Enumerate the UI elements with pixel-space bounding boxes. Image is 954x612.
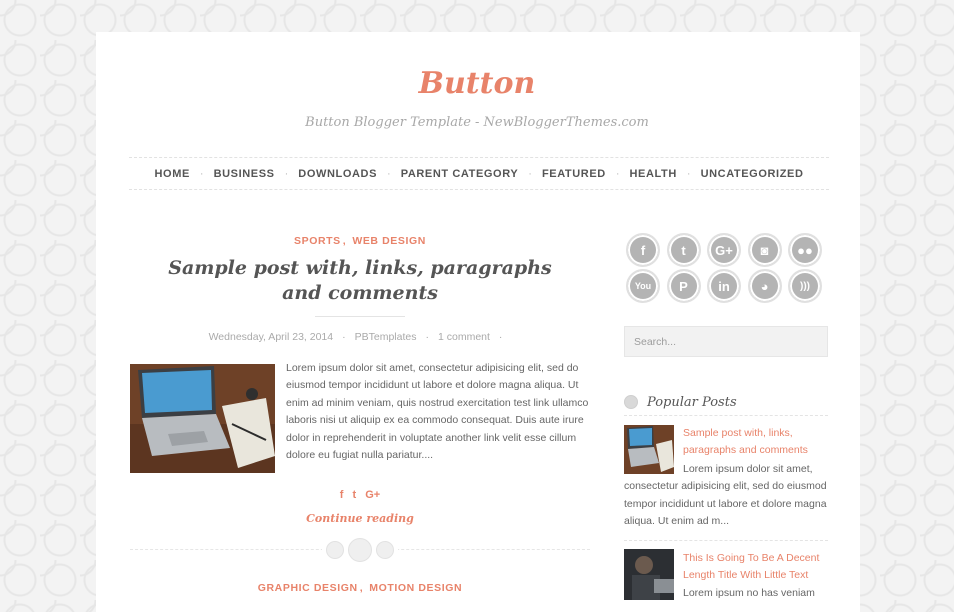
post-comments-link[interactable]: 1 comment bbox=[438, 331, 490, 343]
ornament-circle-icon bbox=[348, 538, 372, 562]
popular-posts-title: Popular Posts bbox=[647, 394, 737, 410]
title-divider bbox=[315, 316, 405, 317]
nav-item-parent-category[interactable]: PARENT CATEGORY bbox=[401, 168, 519, 180]
post-thumbnail[interactable] bbox=[130, 364, 275, 473]
twitter-icon[interactable]: t bbox=[353, 489, 357, 501]
category-link-graphic-design[interactable]: GRAPHIC DESIGN bbox=[258, 582, 358, 594]
site-description: Button Blogger Template - NewBloggerThem… bbox=[305, 115, 649, 130]
post-date: Wednesday, April 23, 2014 bbox=[208, 331, 334, 343]
github-icon[interactable]: ◕ bbox=[747, 269, 782, 303]
nav-item-downloads[interactable]: DOWNLOADS bbox=[298, 168, 377, 180]
nav-separator: · bbox=[199, 167, 204, 180]
laptop-photo bbox=[130, 364, 275, 473]
nav-item-featured[interactable]: FEATURED bbox=[542, 168, 606, 180]
ornament-circle-icon bbox=[326, 541, 344, 559]
flickr-icon[interactable]: ●● bbox=[788, 233, 822, 267]
pinterest-icon[interactable]: P bbox=[666, 269, 701, 303]
facebook-icon[interactable]: f bbox=[626, 233, 660, 267]
category-link-motion-design[interactable]: MOTION DESIGN bbox=[369, 582, 462, 594]
category-link-web-design[interactable]: WEB DESIGN bbox=[352, 235, 426, 247]
main-nav: HOME · BUSINESS · DOWNLOADS · PARENT CAT… bbox=[129, 157, 829, 190]
post-title[interactable]: Sample post with, links, paragraphs and … bbox=[150, 256, 570, 306]
popular-post-excerpt: Lorem ipsum dolor sit amet, consectetur … bbox=[624, 463, 827, 528]
divider-ornament bbox=[322, 538, 398, 562]
meta-separator: · bbox=[425, 331, 429, 343]
popular-post-title[interactable]: This Is Going To Be A Decent Length Titl… bbox=[683, 550, 823, 584]
nav-separator: · bbox=[528, 167, 532, 180]
person-photo bbox=[624, 549, 674, 600]
post-categories: GRAPHIC DESIGN, MOTION DESIGN bbox=[130, 582, 590, 594]
category-comma: , bbox=[342, 235, 347, 247]
google-plus-icon[interactable]: G+ bbox=[365, 489, 380, 501]
youtube-icon[interactable]: You bbox=[626, 269, 660, 303]
category-comma: , bbox=[359, 582, 364, 594]
post-meta: Wednesday, April 23, 2014 · PBTemplates · 1 … bbox=[130, 331, 590, 343]
instagram-icon[interactable]: ◙ bbox=[747, 233, 782, 267]
popular-posts-header: Popular Posts bbox=[624, 389, 828, 416]
meta-separator: · bbox=[498, 331, 503, 343]
nav-separator: · bbox=[387, 167, 391, 180]
rss-icon[interactable]: ))) bbox=[788, 269, 822, 303]
post-excerpt: Lorem ipsum dolor sit amet, consectetur … bbox=[286, 362, 589, 462]
nav-item-uncategorized[interactable]: UNCATEGORIZED bbox=[701, 168, 804, 180]
meta-separator: · bbox=[342, 331, 346, 343]
nav-item-home[interactable]: HOME bbox=[155, 168, 190, 180]
flower-icon bbox=[624, 395, 638, 409]
nav-item-health[interactable]: HEALTH bbox=[630, 168, 677, 180]
post-categories: SPORTS, WEB DESIGN bbox=[130, 235, 590, 247]
site-title[interactable]: Button bbox=[0, 66, 954, 101]
post-author[interactable]: PBTemplates bbox=[355, 331, 417, 343]
share-links: f t G+ bbox=[130, 489, 590, 501]
linkedin-icon[interactable]: in bbox=[707, 269, 741, 303]
nav-separator: · bbox=[615, 167, 620, 180]
nav-separator: · bbox=[686, 167, 691, 180]
google-plus-icon[interactable]: G+ bbox=[707, 233, 741, 267]
nav-item-business[interactable]: BUSINESS bbox=[214, 168, 275, 180]
popular-post-thumbnail[interactable] bbox=[624, 549, 674, 600]
ornament-circle-icon bbox=[376, 541, 394, 559]
nav-separator: · bbox=[284, 167, 289, 180]
continue-reading-link[interactable]: Continue reading bbox=[130, 512, 590, 525]
facebook-icon[interactable]: f bbox=[340, 489, 344, 501]
popular-post-title[interactable]: Sample post with, links, paragraphs and … bbox=[683, 425, 823, 459]
popular-post-divider bbox=[624, 540, 828, 541]
category-link-sports[interactable]: SPORTS bbox=[294, 235, 341, 247]
twitter-icon[interactable]: t bbox=[666, 233, 701, 267]
search-input[interactable] bbox=[624, 326, 828, 357]
social-icons: f t G+ ◙ ●● You P in ◕ ))) bbox=[626, 233, 830, 303]
